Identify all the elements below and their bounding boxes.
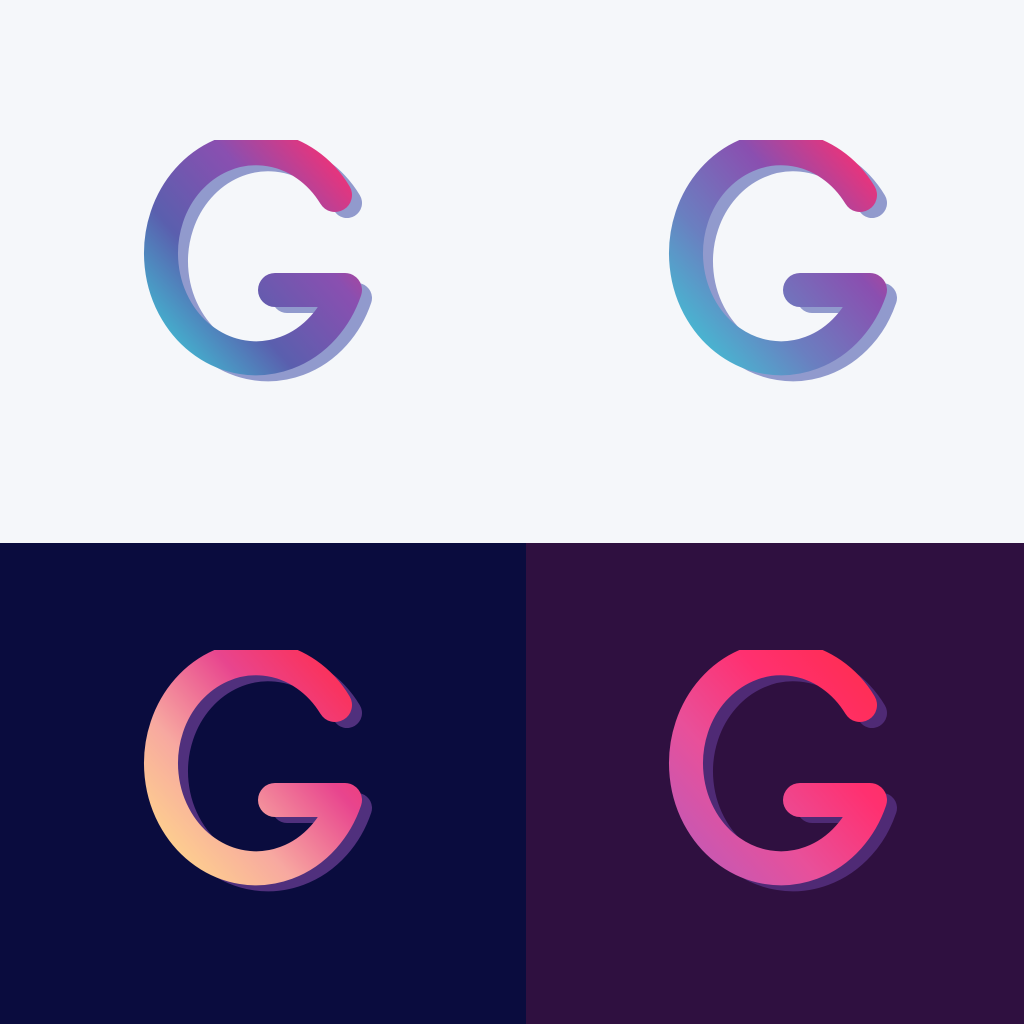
g-logo-light-a: [130, 140, 390, 420]
g-logo-light-b: [655, 140, 915, 420]
g-logo-plum: [655, 650, 915, 930]
g-logo-stroke: [144, 650, 362, 886]
g-logo-stroke: [669, 140, 887, 376]
g-logo-stroke: [669, 650, 887, 886]
logo-sheet: [0, 0, 1024, 1024]
g-logo-stroke: [144, 140, 362, 376]
g-logo-navy: [130, 650, 390, 930]
